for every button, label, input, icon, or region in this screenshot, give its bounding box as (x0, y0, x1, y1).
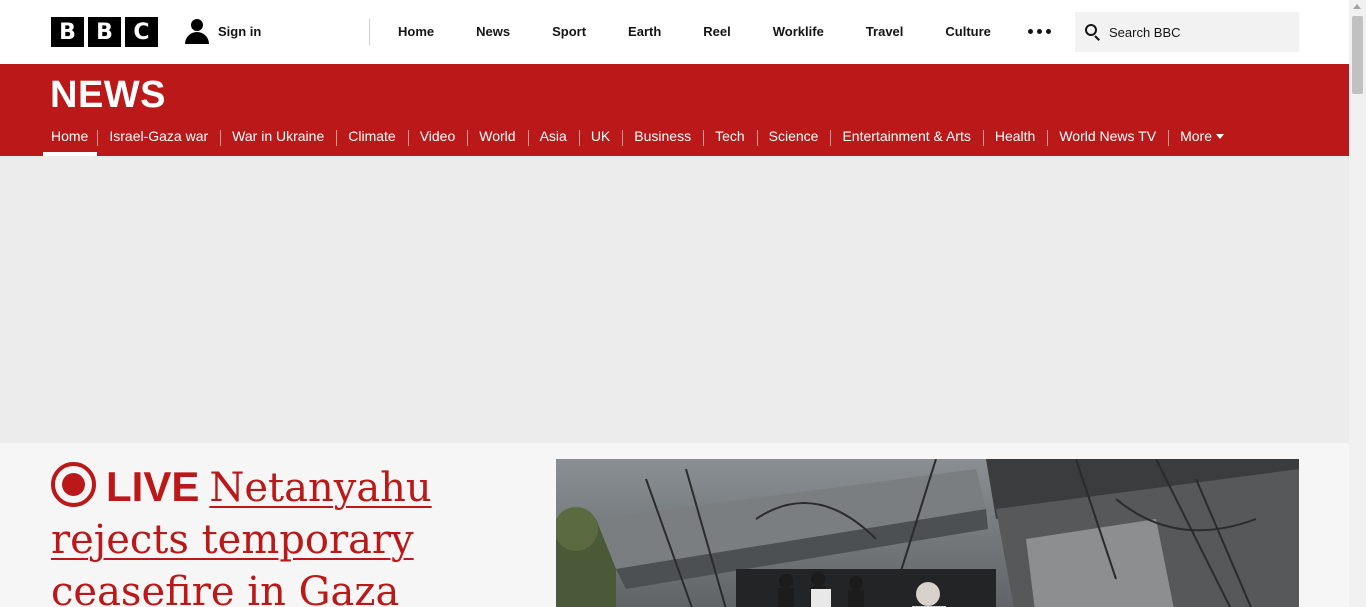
scrollbar-thumb[interactable] (1352, 16, 1363, 94)
ad-placeholder (0, 156, 1349, 443)
sub-nav-tech[interactable]: Tech (703, 122, 757, 156)
search-icon (1085, 24, 1101, 41)
news-header: NEWS Home Israel-Gaza war War in Ukraine… (0, 64, 1349, 156)
rubble-photo-graphic (556, 459, 1299, 607)
page-scrollbar[interactable] (1349, 0, 1366, 607)
caret-down-icon (1215, 134, 1224, 139)
sub-nav-world[interactable]: World (467, 122, 527, 156)
sub-nav-business[interactable]: Business (622, 122, 703, 156)
sub-nav-uk[interactable]: UK (578, 122, 622, 156)
live-label: LIVE (106, 463, 200, 510)
top-nav-worklife[interactable]: Worklife (752, 0, 845, 64)
sign-in-button[interactable]: Sign in (184, 18, 261, 44)
news-sub-nav: Home Israel-Gaza war War in Ukraine Clim… (43, 122, 1236, 156)
top-nav-news[interactable]: News (455, 0, 531, 64)
lead-story-image[interactable] (556, 459, 1299, 607)
live-icon (51, 462, 96, 507)
top-nav-travel[interactable]: Travel (845, 0, 925, 64)
masthead-divider (369, 19, 370, 45)
search-box[interactable]: Search BBC (1075, 12, 1299, 52)
top-nav-earth[interactable]: Earth (607, 0, 682, 64)
sub-nav-video[interactable]: Video (407, 122, 468, 156)
masthead: B B C Sign in Home News Sport Earth Reel… (0, 0, 1349, 64)
bbc-logo-letter: B (51, 17, 84, 47)
sub-nav-health[interactable]: Health (982, 122, 1047, 156)
sub-nav-asia[interactable]: Asia (527, 122, 579, 156)
top-nav-culture[interactable]: Culture (924, 0, 1012, 64)
search-placeholder: Search BBC (1109, 24, 1181, 40)
top-story-section: LIVE Netanyahu rejects temporary ceasefir… (0, 443, 1349, 607)
top-nav-sport[interactable]: Sport (531, 0, 607, 64)
sub-nav-home[interactable]: Home (43, 122, 98, 156)
sub-nav-war-in-ukraine[interactable]: War in Ukraine (220, 122, 336, 156)
user-icon (184, 18, 210, 44)
news-section-title[interactable]: NEWS (50, 74, 166, 117)
top-nav-reel[interactable]: Reel (682, 0, 751, 64)
sub-nav-israel-gaza-war[interactable]: Israel-Gaza war (97, 122, 220, 156)
sub-nav-entertainment-arts[interactable]: Entertainment & Arts (830, 122, 982, 156)
bbc-logo-letter: B (88, 17, 121, 47)
top-nav: Home News Sport Earth Reel Worklife Trav… (377, 0, 1012, 64)
bbc-logo[interactable]: B B C (51, 17, 158, 47)
scroll-up-icon[interactable] (1353, 4, 1361, 9)
sub-nav-science[interactable]: Science (756, 122, 831, 156)
sub-nav-climate[interactable]: Climate (336, 122, 407, 156)
bbc-logo-letter: C (125, 17, 158, 47)
top-nav-home[interactable]: Home (377, 0, 455, 64)
sign-in-label: Sign in (218, 23, 262, 39)
lead-story-headline: LIVE Netanyahu rejects temporary ceasefir… (51, 461, 521, 607)
sub-nav-more[interactable]: More (1168, 122, 1236, 156)
more-menu-icon[interactable] (1028, 29, 1051, 34)
sub-nav-world-news-tv[interactable]: World News TV (1047, 122, 1168, 156)
sub-nav-more-label: More (1180, 128, 1212, 144)
